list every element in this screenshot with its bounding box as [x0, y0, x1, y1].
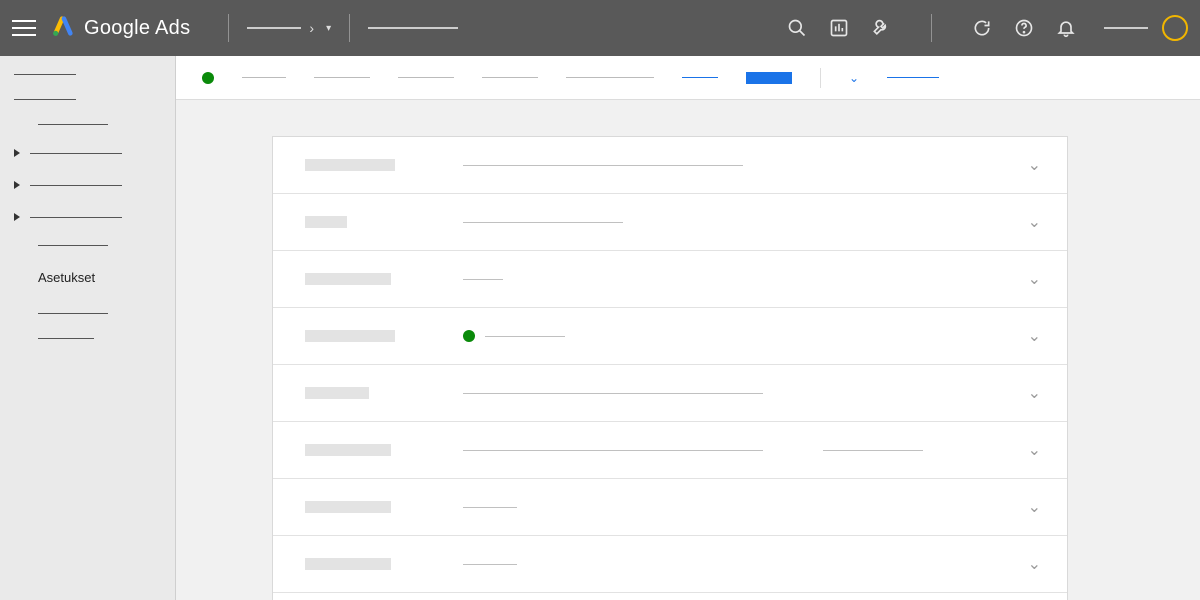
- status-indicator: [202, 72, 214, 84]
- caret-down-icon: ▾: [326, 23, 331, 34]
- settings-row[interactable]: ⌄: [273, 422, 1067, 479]
- tab-item[interactable]: [566, 77, 654, 79]
- settings-row-value: [463, 330, 1024, 342]
- sidebar-item-settings[interactable]: Asetukset: [38, 270, 161, 285]
- settings-row[interactable]: ⌄: [273, 479, 1067, 536]
- status-indicator: [463, 330, 475, 342]
- tab-active[interactable]: [746, 72, 792, 84]
- chevron-down-icon[interactable]: ⌄: [1024, 269, 1045, 289]
- tab-item[interactable]: [482, 77, 538, 79]
- divider: [931, 14, 932, 42]
- sidebar-item[interactable]: [38, 245, 108, 246]
- chevron-down-icon[interactable]: ⌄: [1024, 554, 1045, 574]
- product-name: Google Ads: [84, 17, 190, 40]
- left-sidebar: Asetukset: [0, 56, 176, 600]
- settings-row[interactable]: ⌄: [273, 308, 1067, 365]
- avatar[interactable]: [1162, 15, 1188, 41]
- google-ads-logo-icon: [52, 15, 74, 42]
- settings-row-label: [305, 273, 463, 285]
- sidebar-item-expandable[interactable]: [14, 181, 161, 189]
- divider: [820, 68, 821, 88]
- chevron-right-icon: ›: [309, 20, 314, 36]
- refresh-icon[interactable]: [972, 18, 992, 38]
- secondary-tab-strip: ⌄: [176, 56, 1200, 100]
- chevron-down-icon[interactable]: ⌄: [1024, 497, 1045, 517]
- tools-icon[interactable]: [871, 18, 891, 38]
- settings-row[interactable]: ⌄: [273, 365, 1067, 422]
- chevron-down-icon[interactable]: ⌄: [1024, 383, 1045, 403]
- tab-item[interactable]: [398, 77, 454, 79]
- settings-row-label: [305, 501, 463, 513]
- product-logo[interactable]: Google Ads: [52, 15, 190, 42]
- tab-link[interactable]: [887, 77, 939, 79]
- notifications-icon[interactable]: [1056, 18, 1076, 38]
- sidebar-item[interactable]: [14, 74, 76, 75]
- breadcrumb-level-1[interactable]: › ▾: [247, 20, 331, 36]
- reports-icon[interactable]: [829, 18, 849, 38]
- settings-panel: ⌄ ⌄ ⌄ ⌄ ⌄ ⌄ ⌄ ⌄ ⌄: [272, 136, 1068, 600]
- tab-link[interactable]: [682, 77, 718, 79]
- sidebar-item[interactable]: [14, 99, 76, 100]
- chevron-down-icon[interactable]: ⌄: [1024, 440, 1045, 460]
- settings-row[interactable]: ⌄: [273, 251, 1067, 308]
- sidebar-item-expandable[interactable]: [14, 213, 161, 221]
- settings-row-label: [305, 387, 463, 399]
- breadcrumb-level-2[interactable]: [368, 27, 458, 29]
- settings-row[interactable]: ⌄: [273, 137, 1067, 194]
- settings-row-value: [463, 393, 1024, 394]
- main-content: ⌄ ⌄ ⌄ ⌄ ⌄ ⌄ ⌄ ⌄ ⌄ ⌄: [176, 56, 1200, 600]
- header-tools: [787, 14, 1188, 42]
- sidebar-item[interactable]: [38, 124, 108, 125]
- settings-row-value: [463, 450, 1024, 451]
- chevron-down-icon[interactable]: ⌄: [849, 71, 859, 85]
- chevron-right-icon: [14, 181, 20, 189]
- sidebar-item-expandable[interactable]: [14, 149, 161, 157]
- settings-row[interactable]: ⌄: [273, 194, 1067, 251]
- chevron-down-icon[interactable]: ⌄: [1024, 212, 1045, 232]
- tab-item[interactable]: [314, 77, 370, 79]
- help-icon[interactable]: [1014, 18, 1034, 38]
- settings-row-label: [305, 444, 463, 456]
- chevron-right-icon: [14, 213, 20, 221]
- settings-row-value: [463, 222, 1024, 223]
- sidebar-item[interactable]: [38, 338, 94, 339]
- account-switcher[interactable]: [1104, 15, 1188, 41]
- settings-row-value: [463, 564, 1024, 565]
- settings-row-label: [305, 216, 463, 228]
- chevron-right-icon: [14, 149, 20, 157]
- global-header: Google Ads › ▾: [0, 0, 1200, 56]
- chevron-down-icon[interactable]: ⌄: [1024, 155, 1045, 175]
- settings-row-value: [463, 279, 1024, 280]
- settings-row[interactable]: ⌄: [273, 536, 1067, 593]
- divider: [349, 14, 350, 42]
- settings-row-label: [305, 558, 463, 570]
- menu-icon[interactable]: [12, 16, 36, 40]
- settings-row[interactable]: ⌄: [273, 593, 1067, 600]
- settings-row-label: [305, 330, 463, 342]
- search-icon[interactable]: [787, 18, 807, 38]
- chevron-down-icon[interactable]: ⌄: [1024, 326, 1045, 346]
- settings-row-value: [463, 507, 1024, 508]
- divider: [228, 14, 229, 42]
- settings-row-value: [463, 165, 1024, 166]
- sidebar-item[interactable]: [38, 313, 108, 314]
- tab-item[interactable]: [242, 77, 286, 79]
- settings-row-label: [305, 159, 463, 171]
